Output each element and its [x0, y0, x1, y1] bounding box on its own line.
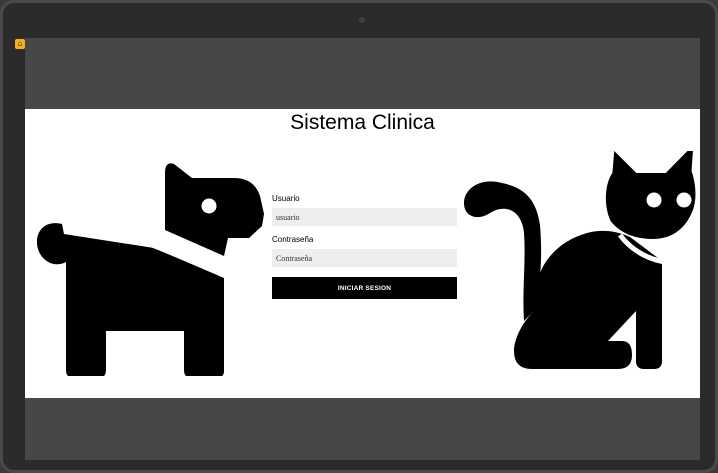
camera-dot	[359, 17, 365, 23]
page-title: Sistema Clinica	[290, 111, 435, 134]
login-page: Sistema Clinica Usuario usuario Contrase…	[25, 109, 700, 398]
cat-icon	[464, 151, 696, 369]
device-frame: ⌂ Sistema Clinica Usuario usuario Contra…	[0, 0, 718, 473]
username-label: Usuario	[272, 194, 300, 203]
password-input[interactable]	[272, 249, 457, 267]
home-icon[interactable]: ⌂	[15, 39, 25, 49]
login-button[interactable]: INICIAR SESION	[272, 277, 457, 299]
browser-viewport: Sistema Clinica Usuario usuario Contrase…	[25, 38, 700, 460]
login-form: Usuario Contraseña INICIAR SESION	[272, 194, 457, 299]
password-label: Contraseña	[272, 235, 314, 244]
dog-icon	[36, 163, 264, 376]
username-input[interactable]	[272, 208, 457, 226]
